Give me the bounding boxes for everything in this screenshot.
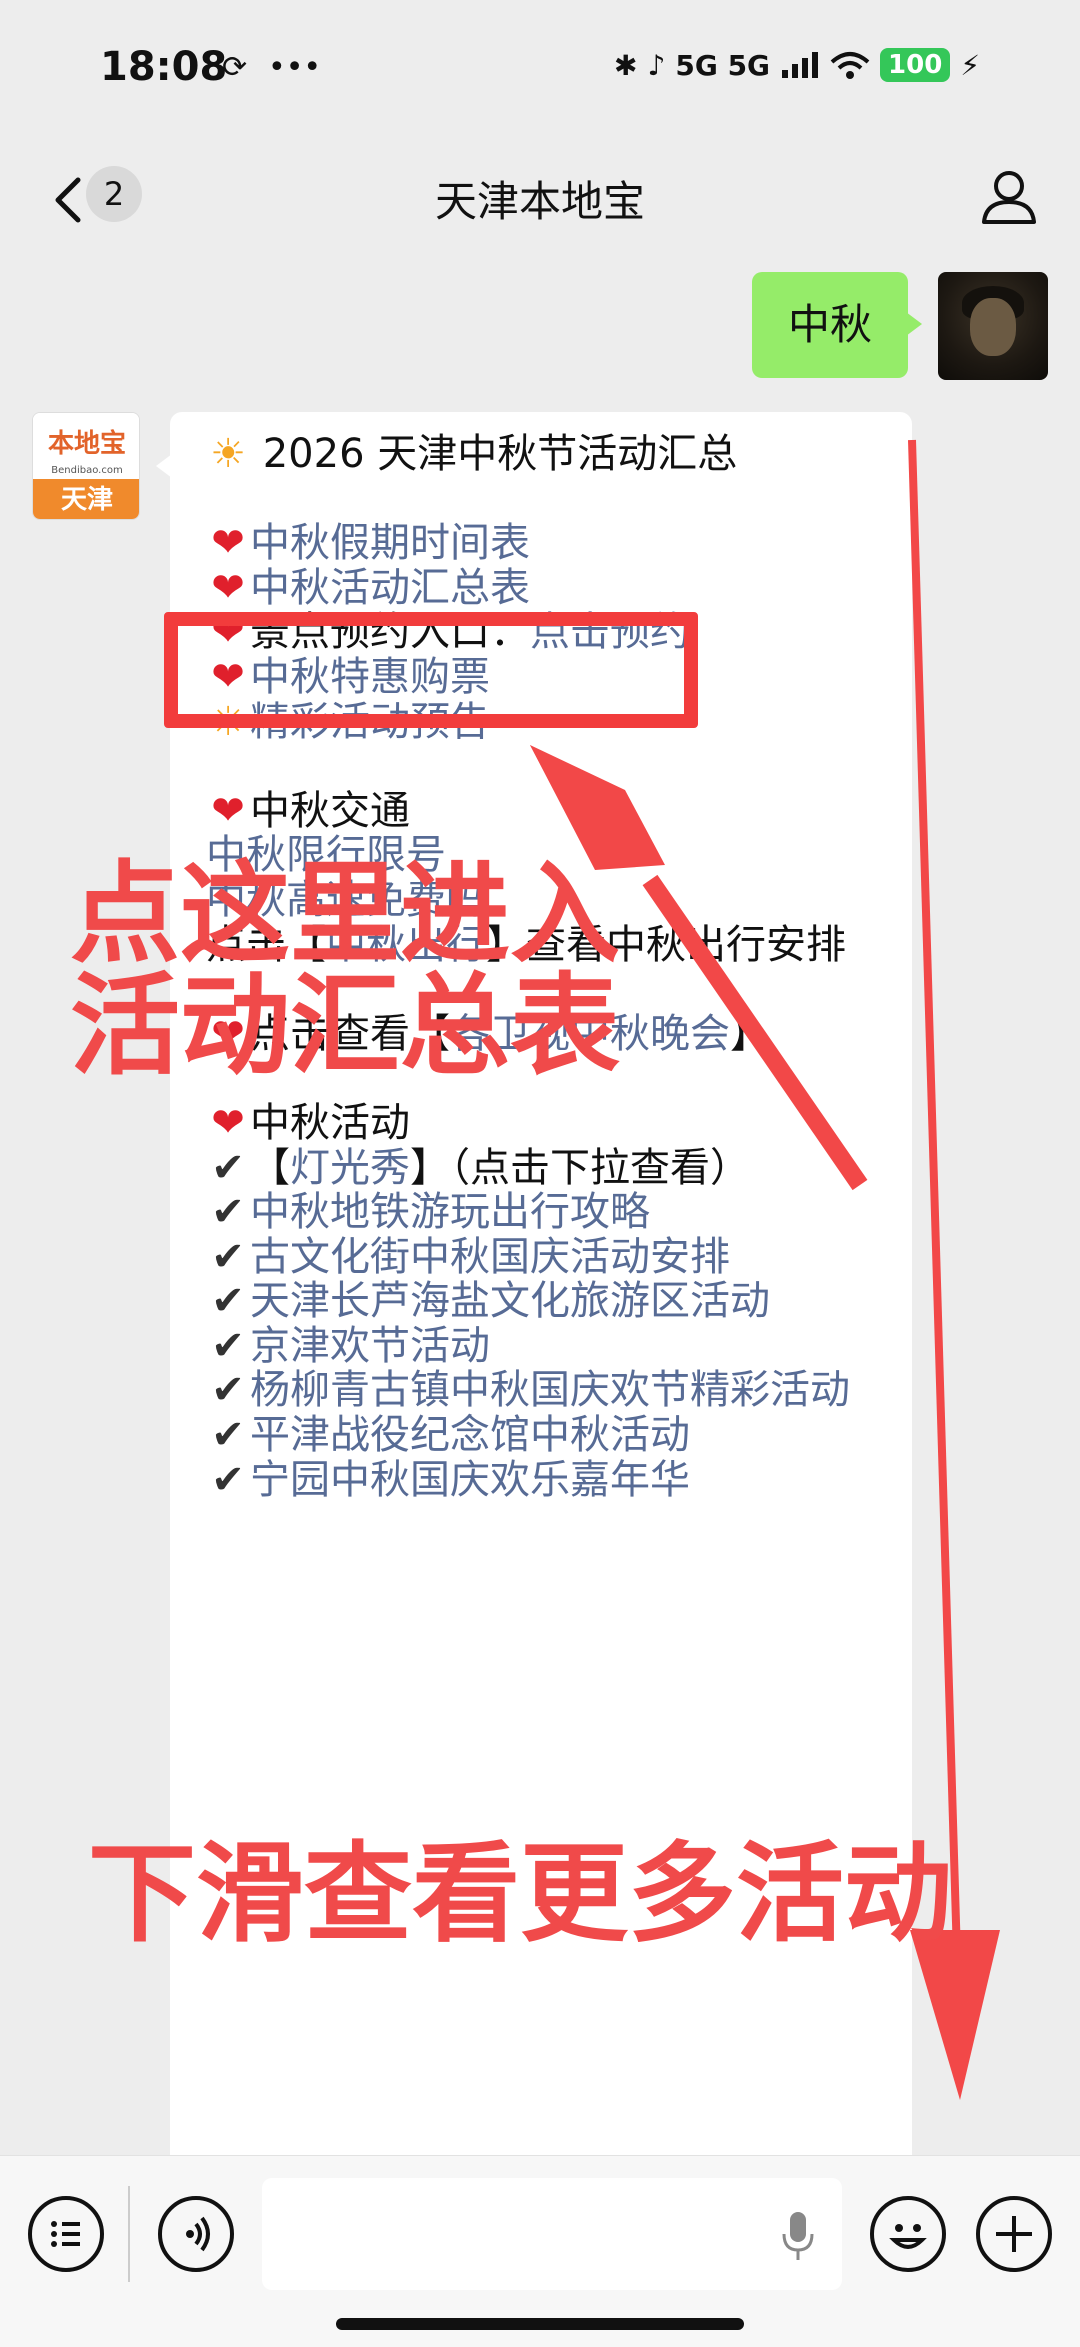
voice-icon: [186, 2216, 210, 2252]
ticket-deal-link[interactable]: 中秋特惠购票: [250, 654, 490, 700]
checkmark-icon: ✔: [211, 1412, 245, 1459]
sync-icon: ⟳: [222, 50, 248, 85]
sun-icon: ☀: [210, 698, 246, 745]
list-item[interactable]: ✔ 平津战役纪念馆中秋活动: [206, 1413, 884, 1458]
earbuds-icon: ♪: [647, 48, 666, 82]
highway-free-link[interactable]: 中秋高速免费吗: [206, 877, 486, 923]
checkmark-icon: ✔: [211, 1456, 245, 1503]
list-item[interactable]: 中秋高速免费吗: [206, 878, 884, 923]
list-item[interactable]: 中秋限行限号: [206, 833, 884, 878]
list-item[interactable]: 点击【中秋出行】查看中秋出行安排: [206, 922, 884, 968]
sun-icon: ☀: [210, 431, 246, 477]
booking-prefix: 景点预约入口：: [250, 609, 530, 656]
list-item[interactable]: ❤ 中秋活动汇总表: [206, 564, 884, 611]
signal-icon: [782, 52, 819, 78]
bluetooth-icon: ✱: [614, 48, 638, 82]
add-button[interactable]: [976, 2196, 1052, 2272]
checkmark-icon: ✔: [211, 1233, 245, 1280]
activity-link[interactable]: 宁园中秋国庆欢乐嘉年华: [250, 1457, 690, 1503]
status-extra: •••: [268, 50, 322, 85]
heart-icon: ❤: [211, 1099, 245, 1146]
list-item[interactable]: ✔ 京津欢节活动: [206, 1324, 884, 1369]
heart-icon: ❤: [211, 653, 245, 700]
emoji-button[interactable]: [870, 2196, 946, 2272]
list-item[interactable]: ❤ 景点预约入口：点击预约: [206, 610, 884, 655]
checkmark-icon: ✔: [211, 1278, 245, 1325]
traffic-header: ❤ 中秋交通: [206, 787, 884, 834]
list-item[interactable]: ❤ 点击查看【各卫视中秋晚会】: [206, 1010, 884, 1057]
signal-label: 5G 5G: [675, 48, 771, 82]
activity-header: ❤ 中秋活动: [206, 1101, 884, 1146]
user-avatar[interactable]: [938, 272, 1048, 380]
travel-link[interactable]: 中秋出行: [326, 922, 486, 968]
checkmark-icon: ✔: [211, 1144, 245, 1191]
avatar-city-text: 天津: [33, 479, 139, 519]
message-input[interactable]: [262, 2178, 842, 2290]
activity-link[interactable]: 天津长芦海盐文化旅游区活动: [250, 1278, 770, 1324]
list-item[interactable]: ✔ 杨柳青古镇中秋国庆欢节精彩活动: [206, 1368, 884, 1413]
heart-icon: ❤: [211, 609, 245, 656]
heart-icon: ❤: [211, 564, 245, 611]
list-item[interactable]: ✔ 【灯光秀】（点击下拉查看）: [206, 1144, 884, 1191]
list-icon: [51, 2221, 80, 2247]
activity-link[interactable]: 杨柳青古镇中秋国庆欢节精彩活动: [250, 1367, 850, 1413]
light-show-link[interactable]: 灯光秀: [290, 1145, 410, 1191]
activity-link[interactable]: 京津欢节活动: [250, 1323, 490, 1369]
list-item[interactable]: ☀ 精彩活动预告: [206, 698, 884, 745]
heart-icon: ❤: [211, 787, 245, 834]
plus-icon: [996, 2216, 1032, 2252]
status-time: 18:08: [100, 44, 228, 90]
avatar-brand-text: 本地宝: [33, 413, 139, 469]
checkmark-icon: ✔: [211, 1189, 245, 1236]
voice-button[interactable]: [158, 2196, 234, 2272]
list-item[interactable]: ❤ 中秋假期时间表: [206, 521, 884, 566]
menu-button[interactable]: [28, 2196, 104, 2272]
list-item[interactable]: ✔ 宁园中秋国庆欢乐嘉年华: [206, 1456, 884, 1503]
wifi-icon: [830, 52, 870, 79]
event-preview-link[interactable]: 精彩活动预告: [250, 699, 490, 745]
charging-icon: ⚡: [960, 48, 980, 82]
heart-icon: ❤: [211, 520, 245, 567]
reply-title: ☀ 2026 天津中秋节活动汇总: [206, 432, 884, 477]
sent-message-bubble[interactable]: 中秋: [752, 272, 923, 378]
battery-level: 100: [880, 48, 951, 82]
holiday-schedule-link[interactable]: 中秋假期时间表: [250, 520, 530, 566]
reply-message-bubble: ☀ 2026 天津中秋节活动汇总 ❤ 中秋假期时间表 ❤ 中秋活动汇总表 ❤ 景点预约…: [156, 412, 912, 2155]
chat-area[interactable]: 中秋 本地宝 Bendibao.com 天津 ☀ 2026 天津中秋节活动汇总 …: [0, 260, 1080, 2155]
traffic-restriction-link[interactable]: 中秋限行限号: [206, 832, 446, 878]
booking-link[interactable]: 点击预约: [530, 609, 690, 655]
heart-icon: ❤: [211, 1010, 245, 1057]
person-icon[interactable]: [978, 166, 1040, 228]
status-right: ✱ ♪ 5G 5G 100 ⚡: [614, 48, 980, 82]
list-item[interactable]: ❤ 中秋特惠购票: [206, 655, 884, 700]
list-item[interactable]: ✔ 天津长芦海盐文化旅游区活动: [206, 1279, 884, 1324]
official-account-avatar[interactable]: 本地宝 Bendibao.com 天津: [32, 412, 140, 520]
smiley-icon: [889, 2224, 927, 2249]
activity-link[interactable]: 平津战役纪念馆中秋活动: [250, 1412, 690, 1458]
activity-link[interactable]: 中秋地铁游玩出行攻略: [250, 1189, 650, 1235]
list-item[interactable]: ✔ 古文化街中秋国庆活动安排: [206, 1233, 884, 1280]
activity-summary-link[interactable]: 中秋活动汇总表: [250, 565, 530, 611]
gala-link[interactable]: 各卫视中秋晚会: [450, 1011, 730, 1057]
list-item[interactable]: ✔ 中秋地铁游玩出行攻略: [206, 1190, 884, 1235]
activity-link[interactable]: 古文化街中秋国庆活动安排: [250, 1234, 730, 1280]
microphone-icon[interactable]: [778, 2208, 818, 2264]
divider: [128, 2186, 130, 2282]
page-title: 天津本地宝: [434, 177, 645, 226]
home-indicator[interactable]: [336, 2318, 744, 2330]
checkmark-icon: ✔: [211, 1322, 245, 1369]
avatar-domain-text: Bendibao.com: [51, 465, 123, 476]
checkmark-icon: ✔: [211, 1367, 245, 1414]
status-bar: 18:08 ⟳ ••• ✱ ♪ 5G 5G 100 ⚡: [0, 0, 1080, 140]
